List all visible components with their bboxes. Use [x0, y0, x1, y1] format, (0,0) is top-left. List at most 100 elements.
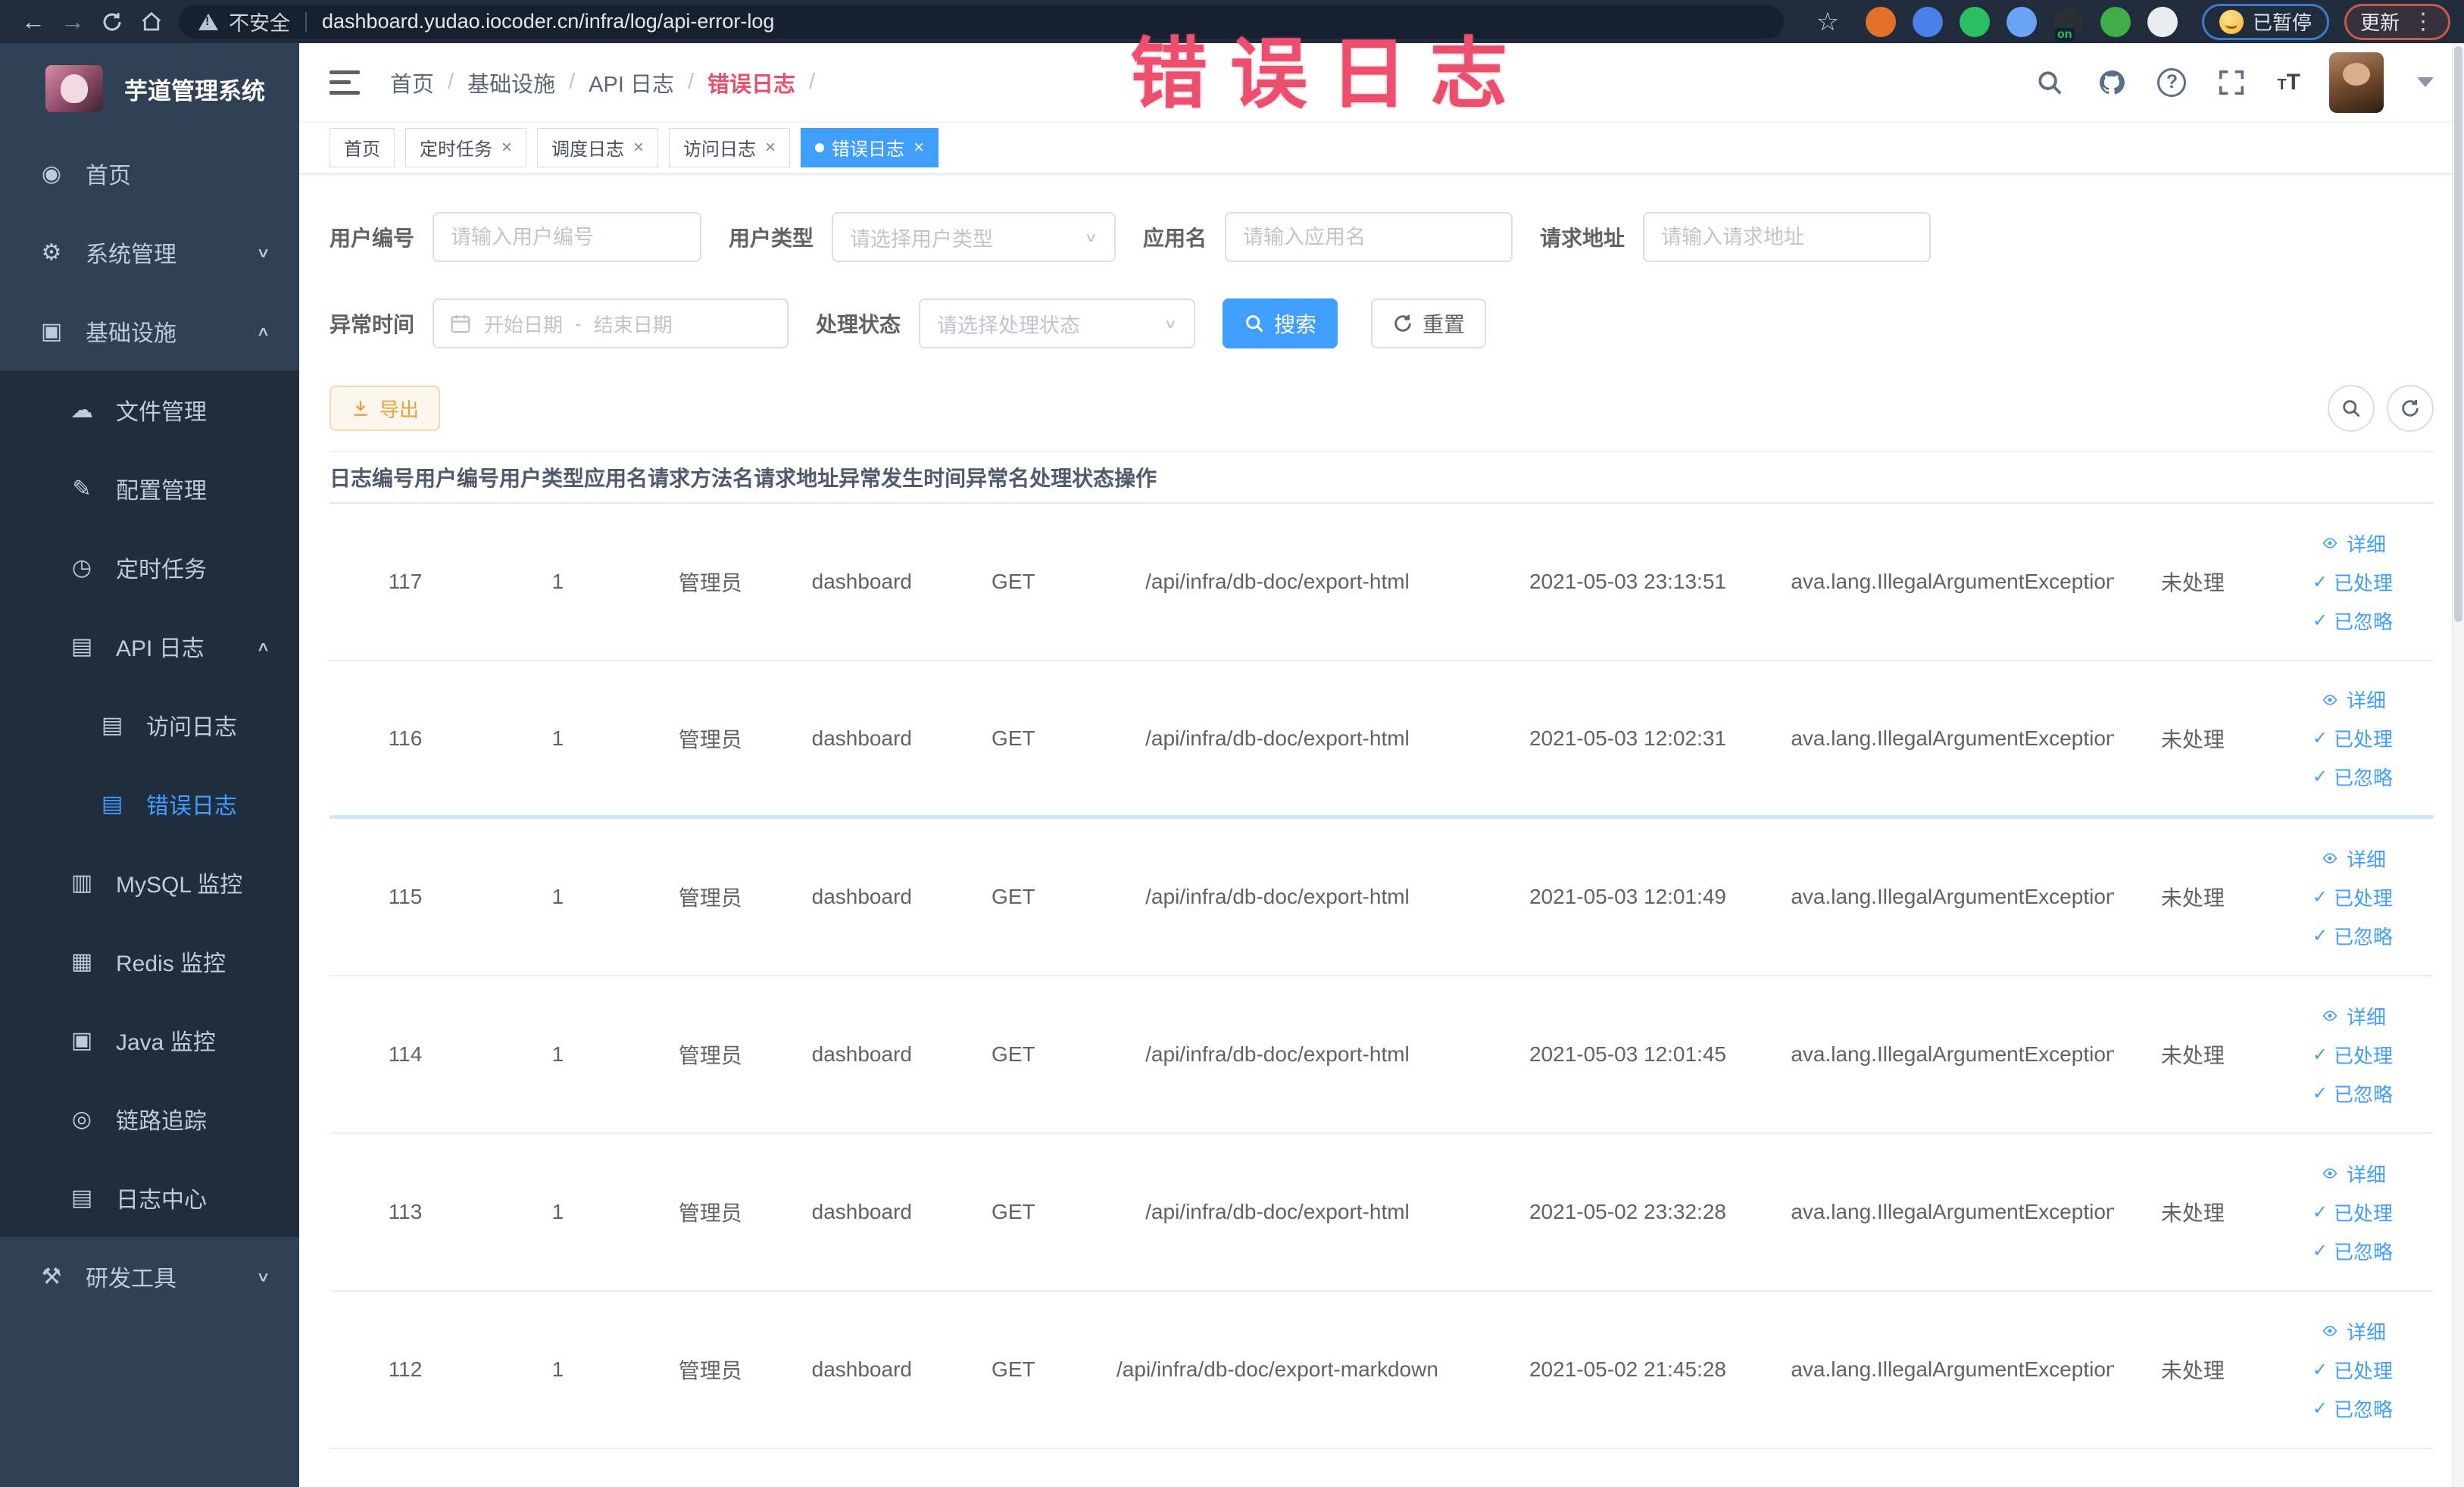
- extension-orange-ring[interactable]: [1865, 6, 1896, 37]
- search-button[interactable]: 搜索: [1223, 298, 1338, 348]
- user-type-label: 用户类型: [729, 226, 814, 250]
- mark-ignored-link[interactable]: ✓ 已忽略: [2313, 1079, 2393, 1107]
- tab[interactable]: 定时任务 ×: [405, 127, 527, 167]
- extension-light-paw[interactable]: [2147, 6, 2178, 37]
- breadcrumb-item[interactable]: API 日志 /: [589, 67, 707, 98]
- annotation-text: 错误日志: [1130, 31, 1530, 117]
- mark-processed-link[interactable]: ✓ 已处理: [2313, 1198, 2393, 1226]
- extension-dark-on[interactable]: on: [2053, 6, 2084, 42]
- menu-icon: ✎: [72, 476, 92, 501]
- home-icon[interactable]: [132, 7, 171, 37]
- reload-icon[interactable]: [92, 7, 132, 37]
- cell-user-id: 1: [551, 1357, 564, 1381]
- cell-user-type: 管理员: [678, 1044, 742, 1067]
- hamburger-icon[interactable]: [329, 70, 360, 95]
- sidebar-item[interactable]: ▤ 日志中心: [0, 1158, 299, 1237]
- help-icon[interactable]: ?: [2157, 67, 2187, 97]
- tab[interactable]: 错误日志 ×: [801, 127, 939, 167]
- sidebar-item[interactable]: ▥ MySQL 监控: [0, 843, 299, 922]
- github-icon[interactable]: [2095, 66, 2128, 99]
- mark-processed-link[interactable]: ✓ 已处理: [2313, 568, 2393, 596]
- tab[interactable]: 访问日志 ×: [669, 127, 791, 167]
- back-icon[interactable]: ←: [14, 7, 53, 37]
- not-secure-icon: [198, 13, 218, 30]
- close-icon[interactable]: ×: [765, 137, 776, 158]
- extension-blue-drop[interactable]: [1912, 6, 1943, 37]
- sidebar-item[interactable]: ☁ 文件管理: [0, 370, 299, 449]
- browser-update-button[interactable]: 更新 ⋮: [2344, 3, 2450, 40]
- bookmark-star-icon[interactable]: ☆: [1808, 7, 1847, 37]
- close-icon[interactable]: ×: [913, 137, 924, 158]
- close-icon[interactable]: ×: [501, 137, 512, 158]
- table-row: 115 1 管理员 dashboard GET /api/infra/db-do…: [329, 819, 2434, 976]
- extension-green-check[interactable]: [1959, 6, 1990, 37]
- reset-button[interactable]: 重置: [1371, 298, 1487, 348]
- sidebar-item[interactable]: ◎ 链路追踪: [0, 1079, 299, 1158]
- detail-link[interactable]: 详细: [2319, 530, 2386, 558]
- avatar[interactable]: [2329, 52, 2384, 113]
- eye-icon: [2322, 538, 2338, 548]
- sidebar-item[interactable]: ▤ 访问日志: [0, 686, 299, 764]
- sidebar-item[interactable]: ✎ 配置管理: [0, 449, 299, 528]
- user-id-input[interactable]: [433, 212, 702, 262]
- sidebar-item[interactable]: ▦ Redis 监控: [0, 922, 299, 1001]
- cell-exception-name: java.lang.IllegalArgumentException: [1789, 1200, 2114, 1223]
- paused-extension-pill[interactable]: 已暂停: [2201, 3, 2329, 40]
- browser-menu-icon[interactable]: ⋮: [2412, 8, 2434, 35]
- mark-ignored-link[interactable]: ✓ 已忽略: [2313, 1237, 2393, 1265]
- sidebar-item[interactable]: ▤ API 日志 ∧: [0, 607, 299, 686]
- table-row: 112 1 管理员 dashboard GET /api/infra/db-do…: [329, 1292, 2434, 1449]
- cell-log-id: 113: [388, 1200, 423, 1223]
- mark-ignored-link[interactable]: ✓ 已忽略: [2313, 922, 2393, 950]
- divider: [305, 11, 307, 32]
- detail-link[interactable]: 详细: [2319, 1160, 2386, 1188]
- extension-blue-grid[interactable]: [2006, 6, 2037, 37]
- font-size-icon[interactable]: TT: [2277, 70, 2300, 95]
- mark-ignored-link[interactable]: ✓ 已忽略: [2313, 607, 2393, 635]
- mark-ignored-link[interactable]: ✓ 已忽略: [2313, 1395, 2393, 1423]
- tab[interactable]: 首页: [329, 127, 395, 167]
- extension-green-leaf[interactable]: [2100, 6, 2131, 37]
- refresh-table-button[interactable]: [2387, 385, 2434, 432]
- logo[interactable]: 芋道管理系统: [0, 43, 299, 134]
- sidebar-item[interactable]: ▣ Java 监控: [0, 1001, 299, 1079]
- cell-exception-time: 2021-05-03 12:02:31: [1529, 726, 1726, 750]
- cell-user-type: 管理员: [678, 886, 742, 910]
- mark-processed-link[interactable]: ✓ 已处理: [2313, 883, 2393, 911]
- close-icon[interactable]: ×: [633, 137, 644, 158]
- mark-ignored-link[interactable]: ✓ 已忽略: [2313, 763, 2393, 791]
- detail-link[interactable]: 详细: [2319, 1317, 2386, 1345]
- user-type-select[interactable]: 请选择用户类型 ∨: [832, 212, 1116, 262]
- process-status-select[interactable]: 请选择处理状态 ∨: [919, 298, 1196, 348]
- mark-processed-link[interactable]: ✓ 已处理: [2313, 724, 2393, 752]
- sidebar-item[interactable]: ⚒ 研发工具 ∨: [0, 1237, 299, 1316]
- column-header: 日志编号: [329, 467, 415, 490]
- tab[interactable]: 调度日志 ×: [537, 127, 659, 167]
- sidebar-item[interactable]: ◉ 首页: [0, 134, 299, 213]
- breadcrumb-item[interactable]: 错误日志 /: [707, 67, 829, 98]
- sidebar-item[interactable]: ▣ 基础设施 ∧: [0, 292, 299, 370]
- detail-link[interactable]: 详细: [2319, 1002, 2386, 1030]
- export-button[interactable]: 导出: [329, 386, 441, 431]
- forward-icon[interactable]: →: [53, 7, 92, 37]
- sidebar-item[interactable]: ◷ 定时任务: [0, 528, 299, 607]
- search-icon[interactable]: [2033, 66, 2066, 99]
- sidebar-item[interactable]: ▤ 错误日志: [0, 764, 299, 843]
- app-name-input[interactable]: [1225, 212, 1513, 262]
- mark-processed-link[interactable]: ✓ 已处理: [2313, 1041, 2393, 1069]
- cell-method: GET: [992, 570, 1035, 593]
- url-bar[interactable]: 不安全 dashboard.yudao.iocoder.cn/infra/log…: [179, 5, 1784, 39]
- breadcrumb-item[interactable]: 首页 /: [390, 67, 467, 98]
- scrollbar-thumb[interactable]: [2454, 46, 2462, 622]
- toggle-search-button[interactable]: [2328, 385, 2375, 432]
- sidebar-item[interactable]: ⚙ 系统管理 ∨: [0, 213, 299, 292]
- date-range-picker[interactable]: 开始日期 - 结束日期: [433, 298, 789, 348]
- fullscreen-icon[interactable]: [2215, 66, 2248, 99]
- mark-processed-link[interactable]: ✓ 已处理: [2313, 1356, 2393, 1384]
- detail-link[interactable]: 详细: [2319, 845, 2386, 873]
- navbar-actions: ? TT: [2033, 52, 2434, 113]
- detail-link[interactable]: 详细: [2319, 686, 2386, 714]
- request-url-input[interactable]: [1643, 212, 1932, 262]
- breadcrumb-item[interactable]: 基础设施 /: [467, 67, 589, 98]
- chevron-down-icon[interactable]: [2417, 77, 2434, 87]
